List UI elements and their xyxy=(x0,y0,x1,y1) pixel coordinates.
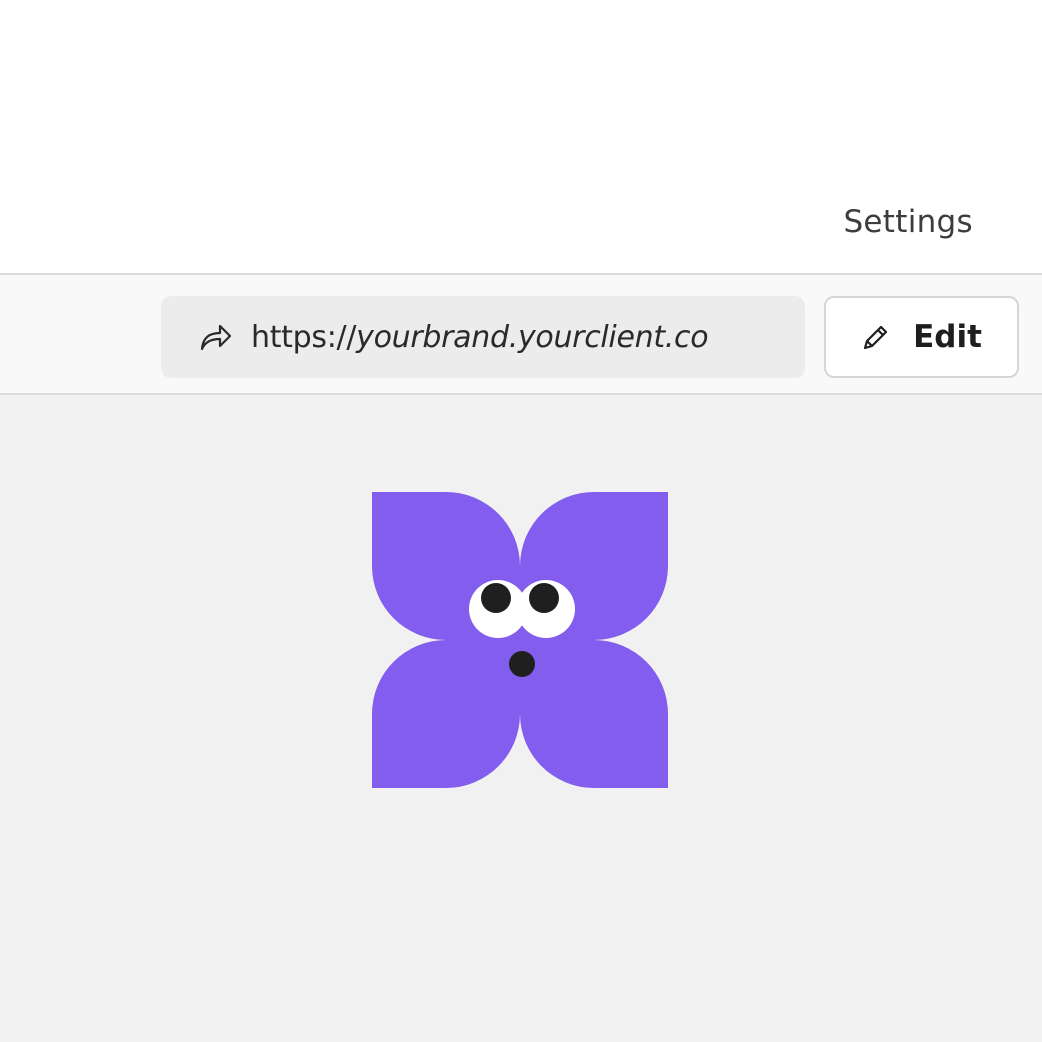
url-prefix: https:// xyxy=(251,319,357,355)
tab-settings[interactable]: Settings xyxy=(843,204,973,240)
link-toolbar: https://yourbrand.yourclient.co Edit xyxy=(0,273,1042,395)
published-url-field[interactable]: https://yourbrand.yourclient.co xyxy=(161,296,805,378)
url-text: https://yourbrand.yourclient.co xyxy=(251,319,709,355)
purple-flower-face-logo xyxy=(372,492,668,788)
preview-canvas xyxy=(0,395,1042,1042)
edit-label: Edit xyxy=(913,319,982,355)
pencil-icon xyxy=(861,322,891,352)
share-arrow-icon xyxy=(199,322,233,352)
url-domain: yourbrand.yourclient.co xyxy=(356,319,709,355)
edit-button[interactable]: Edit xyxy=(824,296,1019,378)
top-header: Settings xyxy=(0,0,1042,273)
